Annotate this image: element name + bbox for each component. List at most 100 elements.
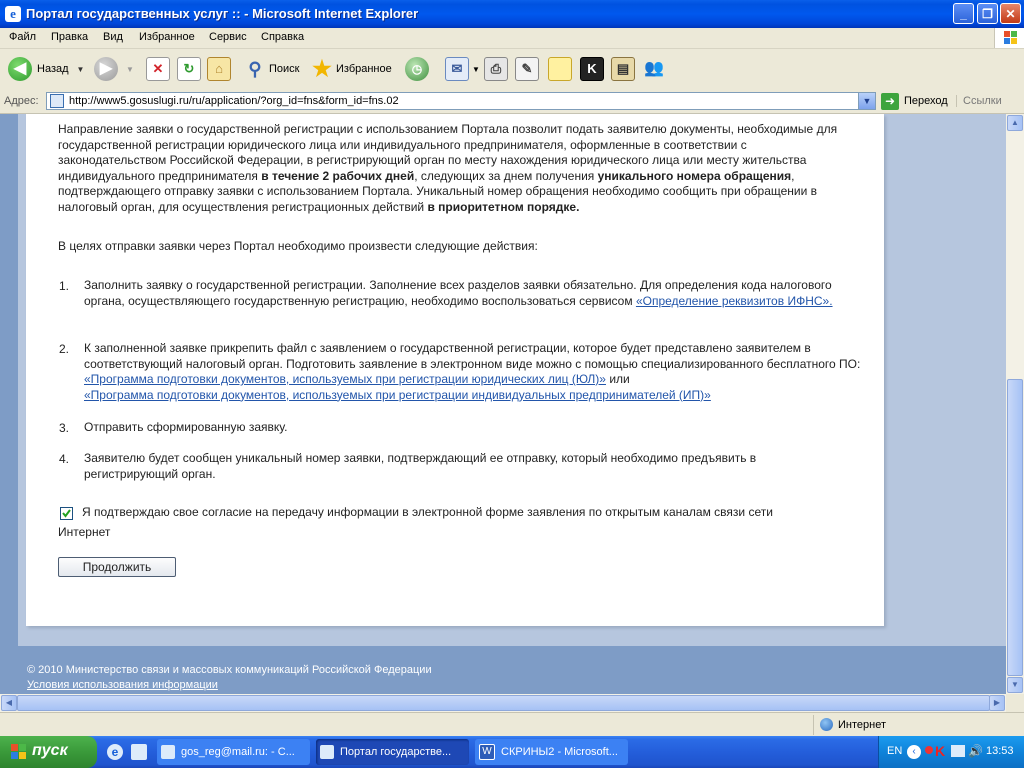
address-bar: Адрес: http://www5.gosuslugi.ru/ru/appli… xyxy=(0,90,1024,114)
history-button[interactable]: ◷ xyxy=(405,54,429,84)
scroll-corner xyxy=(1006,694,1024,712)
start-label: пуск xyxy=(32,742,68,759)
search-label: Поиск xyxy=(269,63,300,75)
address-url[interactable]: http://www5.gosuslugi.ru/ru/application/… xyxy=(69,95,399,107)
tray-network-icon[interactable] xyxy=(951,745,965,757)
chevron-down-icon[interactable]: ▼ xyxy=(858,93,875,109)
status-bar: Интернет xyxy=(0,712,1024,737)
scroll-down-icon[interactable]: ▼ xyxy=(1007,677,1023,693)
refresh-button[interactable]: ↻ xyxy=(177,54,201,84)
menu-file[interactable]: Файл xyxy=(9,31,36,43)
intro-bold-deadline: в течение 2 рабочих дней xyxy=(261,168,415,183)
tray-k-icon[interactable]: K xyxy=(935,743,945,759)
step-2-text: К заполненной заявке прикрепить файл с з… xyxy=(84,341,861,371)
links-label[interactable]: Ссылки xyxy=(956,95,1002,107)
back-arrow-icon: ◀ xyxy=(8,57,32,81)
step-number: 2. xyxy=(59,342,70,356)
page-icon xyxy=(50,94,64,108)
k-button[interactable]: K xyxy=(580,54,604,84)
clock: 13:53 xyxy=(986,745,1014,757)
start-button[interactable]: пуск xyxy=(0,736,97,768)
go-button[interactable]: Переход xyxy=(904,95,948,107)
star-icon: ★ xyxy=(312,56,332,81)
intro-text: , следующих за днем получения xyxy=(414,168,598,183)
menu-help[interactable]: Справка xyxy=(261,31,304,43)
stop-icon: ✕ xyxy=(146,57,170,81)
scroll-up-icon[interactable]: ▲ xyxy=(1007,115,1023,131)
back-button[interactable]: ◀ Назад ▼ xyxy=(8,54,84,84)
scroll-left-icon[interactable]: ◀ xyxy=(1,695,17,711)
search-button[interactable]: ⚲ Поиск xyxy=(244,54,299,84)
security-zone: Интернет xyxy=(838,719,886,731)
messenger-button[interactable]: 👥 xyxy=(643,54,665,84)
horizontal-scrollbar[interactable]: ◀ ▶ xyxy=(0,694,1006,712)
system-tray: EN ‹ K 🔊 13:53 xyxy=(878,736,1024,768)
menu-edit[interactable]: Правка xyxy=(51,31,88,43)
title-bar: e Портал государственных услуг :: - Micr… xyxy=(0,0,1024,28)
home-button[interactable]: ⌂ xyxy=(207,54,231,84)
window-title: Портал государственных услуг :: - Micros… xyxy=(26,6,419,21)
ifns-requisites-link[interactable]: «Определение реквизитов ИФНС». xyxy=(636,294,833,308)
printer-icon: ⎙ xyxy=(484,57,508,81)
terms-link[interactable]: Условия использования информации xyxy=(27,679,218,691)
continue-button[interactable]: Продолжить xyxy=(58,557,176,577)
mail-button[interactable]: ✉ ▼ xyxy=(445,54,480,84)
address-input[interactable]: http://www5.gosuslugi.ru/ru/application/… xyxy=(46,92,876,110)
maximize-button[interactable]: ❐ xyxy=(977,3,998,24)
ip-program-link[interactable]: «Программа подготовки документов, исполь… xyxy=(84,388,711,402)
scroll-right-icon[interactable]: ▶ xyxy=(989,695,1005,711)
tray-arrow-icon[interactable]: ‹ xyxy=(907,745,921,759)
chevron-down-icon[interactable]: ▼ xyxy=(77,65,85,74)
page-viewport: Направление заявки о государственной рег… xyxy=(0,114,1006,694)
ie-icon: e xyxy=(5,6,21,22)
home-icon: ⌂ xyxy=(207,57,231,81)
ie-quicklaunch-icon[interactable]: e xyxy=(107,744,123,760)
stop-button[interactable]: ✕ xyxy=(146,54,170,84)
consent-checkbox[interactable] xyxy=(60,507,73,520)
windows-flag-icon xyxy=(11,744,26,759)
menu-favorites[interactable]: Избранное xyxy=(139,31,195,43)
edit-button[interactable]: ✎ xyxy=(515,54,539,84)
toolbar: ◀ Назад ▼ ▶ ▼ ✕ ↻ ⌂ ⚲ Поиск ★ Избранное … xyxy=(0,49,1024,91)
scroll-thumb[interactable] xyxy=(1007,379,1023,676)
favorites-button[interactable]: ★ Избранное xyxy=(311,54,392,84)
discuss-button[interactable] xyxy=(548,54,572,84)
note-icon xyxy=(548,57,572,81)
vertical-scrollbar[interactable]: ▲ ▼ xyxy=(1006,114,1024,694)
research-button[interactable]: ▤ xyxy=(611,54,635,84)
word-app-icon: W xyxy=(479,744,495,760)
ie-app-icon xyxy=(320,745,334,759)
menu-bar: Файл Правка Вид Избранное Сервис Справка xyxy=(0,28,1024,49)
search-icon: ⚲ xyxy=(248,59,262,79)
language-indicator[interactable]: EN xyxy=(887,745,902,757)
task-label: Портал государстве... xyxy=(340,746,452,758)
history-icon: ◷ xyxy=(405,57,429,81)
refresh-icon: ↻ xyxy=(177,57,201,81)
taskbar-item-word[interactable]: W СКРИНЫ2 - Microsoft... xyxy=(475,739,628,765)
globe-icon xyxy=(820,718,833,731)
close-button[interactable]: ✕ xyxy=(1000,3,1021,24)
mail-app-icon xyxy=(161,745,175,759)
ul-program-link[interactable]: «Программа подготовки документов, исполь… xyxy=(84,372,606,386)
menu-tools[interactable]: Сервис xyxy=(209,31,247,43)
chevron-down-icon[interactable]: ▼ xyxy=(472,65,480,74)
step-number: 4. xyxy=(59,452,70,466)
step-4: Заявителю будет сообщен уникальный номер… xyxy=(84,451,757,481)
step-2-or: или xyxy=(605,372,630,386)
volume-icon[interactable]: 🔊 xyxy=(968,744,983,758)
tray-antivirus-icon[interactable] xyxy=(925,746,933,754)
chevron-down-icon[interactable]: ▼ xyxy=(126,65,134,74)
task-label: СКРИНЫ2 - Microsoft... xyxy=(501,746,618,758)
taskbar-item-mail[interactable]: gos_reg@mail.ru: - С... xyxy=(157,739,310,765)
print-button[interactable]: ⎙ xyxy=(484,54,508,84)
minimize-button[interactable]: _ xyxy=(953,3,974,24)
go-arrow-icon[interactable]: ➜ xyxy=(881,93,899,110)
hscroll-thumb[interactable] xyxy=(17,695,990,711)
footer-band: © 2010 Министерство связи и массовых ком… xyxy=(18,646,1006,694)
menu-view[interactable]: Вид xyxy=(103,31,123,43)
taskbar-item-portal[interactable]: Портал государстве... xyxy=(316,739,469,765)
forward-button[interactable]: ▶ ▼ xyxy=(94,54,134,84)
research-icon: ▤ xyxy=(611,57,635,81)
intro-bold-priority: в приоритетном порядке. xyxy=(427,199,580,214)
desktop-quicklaunch-icon[interactable] xyxy=(131,744,147,760)
